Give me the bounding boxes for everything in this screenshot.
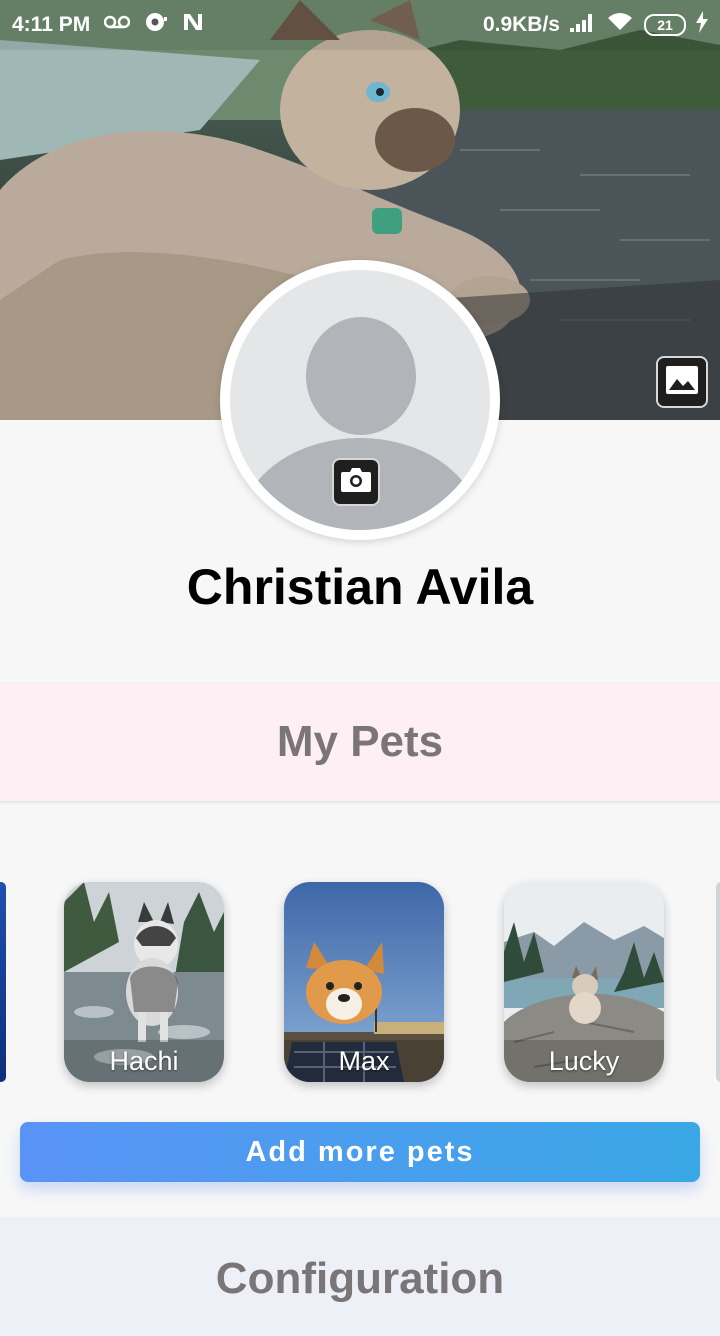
voicemail-icon <box>103 13 131 37</box>
pet-name-label: Lucky <box>504 1040 664 1082</box>
network-speed: 0.9KB/s <box>482 13 560 36</box>
battery-icon: 21 <box>644 14 686 36</box>
pet-card-partial-left[interactable] <box>0 882 6 1082</box>
status-left: 4:11 PM <box>12 11 204 39</box>
configuration-title: Configuration <box>215 1254 505 1303</box>
avatar-head-shape <box>306 317 416 435</box>
image-icon <box>665 365 699 400</box>
pet-card-lucky[interactable]: Lucky <box>504 882 664 1082</box>
change-avatar-button[interactable] <box>332 458 380 506</box>
change-cover-button[interactable] <box>656 356 708 408</box>
pet-name-label: Hachi <box>64 1040 224 1082</box>
camera-icon <box>340 466 372 499</box>
status-bar: 4:11 PM 0.9KB/s 21 <box>0 0 720 50</box>
profile-avatar[interactable] <box>220 260 500 540</box>
charging-icon <box>696 11 708 39</box>
my-pets-header: My Pets <box>0 683 720 801</box>
pet-card-hachi[interactable]: Hachi <box>64 882 224 1082</box>
configuration-header: Configuration <box>0 1218 720 1336</box>
pet-name-label: Max <box>284 1040 444 1082</box>
signal-icon <box>570 12 596 38</box>
pet-card-partial-right[interactable] <box>716 882 720 1082</box>
add-more-pets-button[interactable]: Add more pets <box>20 1122 700 1182</box>
profile-name: Christian Avila <box>186 559 534 615</box>
status-time: 4:11 PM <box>12 13 91 36</box>
status-right: 0.9KB/s 21 <box>483 11 708 39</box>
nfc-icon <box>182 12 204 38</box>
pet-card-max[interactable]: Max <box>284 882 444 1082</box>
my-pets-title: My Pets <box>276 717 444 766</box>
wifi-icon <box>606 12 634 38</box>
alarm-icon <box>144 11 168 39</box>
